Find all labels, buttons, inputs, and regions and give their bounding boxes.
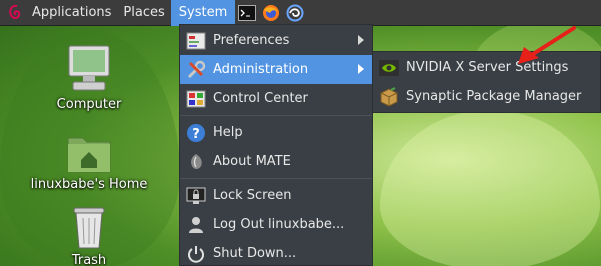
computer-icon <box>68 45 110 91</box>
system-menu[interactable]: System <box>170 0 236 26</box>
submenu-arrow-icon <box>358 64 364 74</box>
menu-separator <box>180 115 372 116</box>
desktop-icon-computer[interactable]: Computer <box>34 44 144 112</box>
synaptic-package-icon <box>377 85 401 109</box>
system-menu-dropdown: Preferences Administration Control Cente… <box>179 24 373 266</box>
menu-separator <box>180 178 372 179</box>
menu-item-help[interactable]: ? Help <box>180 118 372 147</box>
mate-logo-icon <box>184 150 208 174</box>
user-logout-icon <box>184 213 208 237</box>
menu-item-label: Synaptic Package Manager <box>406 89 582 104</box>
background-leaf <box>380 110 600 266</box>
places-menu[interactable]: Places <box>117 0 170 26</box>
desktop-icon-trash[interactable]: Trash <box>34 204 144 266</box>
menu-item-administration[interactable]: Administration <box>180 55 372 84</box>
applications-menu[interactable]: Applications <box>26 0 117 26</box>
menu-item-label: About MATE <box>213 154 291 169</box>
preferences-icon <box>184 29 208 53</box>
debian-logo-icon[interactable] <box>4 0 26 26</box>
menu-item-control-center[interactable]: Control Center <box>180 84 372 113</box>
menu-item-preferences[interactable]: Preferences <box>180 26 372 55</box>
annotation-arrow-icon <box>518 26 576 64</box>
firefox-icon[interactable] <box>259 0 283 26</box>
submenu-arrow-icon <box>358 35 364 45</box>
help-icon: ? <box>184 121 208 145</box>
administration-tools-icon <box>184 58 208 82</box>
menu-item-label: Administration <box>213 62 309 77</box>
terminal-icon[interactable] <box>235 0 259 26</box>
menu-item-lock-screen[interactable]: Lock Screen <box>180 181 372 210</box>
desktop-icon-label: Computer <box>56 97 122 112</box>
menu-item-label: Shut Down... <box>213 246 297 261</box>
network-swirl-icon[interactable] <box>283 0 307 26</box>
svg-text:?: ? <box>192 127 200 142</box>
desktop-icon-home[interactable]: linuxbabe's Home <box>31 130 147 192</box>
menu-item-synaptic[interactable]: Synaptic Package Manager <box>373 82 600 111</box>
menu-item-log-out[interactable]: Log Out linuxbabe... <box>180 210 372 239</box>
menu-item-about-mate[interactable]: About MATE <box>180 147 372 176</box>
menu-item-shut-down[interactable]: Shut Down... <box>180 239 372 266</box>
trash-icon <box>73 207 105 249</box>
menu-item-label: Help <box>213 125 243 140</box>
lock-screen-icon <box>184 184 208 208</box>
desktop-icon-label: linuxbabe's Home <box>30 177 148 192</box>
desktop-icon-label: Trash <box>71 253 107 266</box>
menu-item-label: Log Out linuxbabe... <box>213 217 345 232</box>
power-icon <box>184 242 208 266</box>
menu-item-label: Control Center <box>213 91 308 106</box>
menu-item-label: Preferences <box>213 33 290 48</box>
home-folder-icon <box>67 137 111 173</box>
menu-item-label: Lock Screen <box>213 188 292 203</box>
control-center-icon <box>184 87 208 111</box>
nvidia-icon <box>377 56 401 80</box>
